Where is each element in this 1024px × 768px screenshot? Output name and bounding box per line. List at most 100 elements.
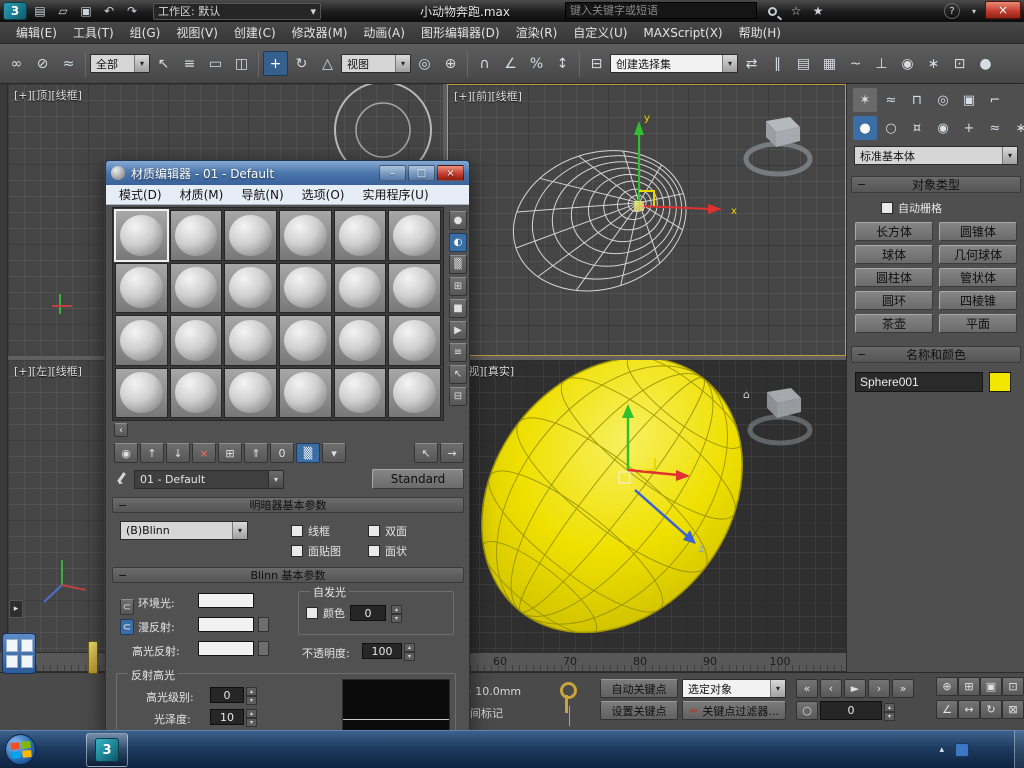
material-slot[interactable] [334, 263, 387, 314]
menu-modifiers[interactable]: 修改器(M) [284, 22, 356, 44]
background-icon[interactable]: ▒ [449, 255, 467, 274]
set-key-button[interactable]: 设置关键点 [600, 701, 678, 720]
material-slot[interactable] [170, 210, 223, 261]
object-name-input[interactable] [855, 372, 983, 392]
viewport-perspective[interactable]: [透视][真实] [447, 360, 846, 652]
primitive-torus-button[interactable]: 圆环 [855, 291, 933, 310]
viewport-top-label[interactable]: [+][顶][线框] [14, 87, 82, 103]
category-cameras-icon[interactable]: ◉ [931, 116, 955, 140]
specular-level-spinner[interactable]: ▴ ▾ [246, 687, 257, 703]
frame-spinner[interactable]: ▴ ▾ [884, 703, 895, 719]
material-slot[interactable] [224, 315, 277, 366]
lock-ambient-diffuse-icon[interactable]: ⊂ [120, 599, 134, 615]
spinner-down-icon[interactable]: ▾ [404, 652, 415, 661]
redo-icon[interactable]: ↷ [122, 2, 142, 20]
category-spacewarps-icon[interactable]: ≈ [983, 116, 1007, 140]
key-mode-toggle[interactable]: ○ [796, 701, 818, 720]
self-illum-spinner[interactable]: ▴ ▾ [391, 605, 402, 621]
menu-options[interactable]: 选项(O) [293, 186, 354, 203]
pick-material-dropper-icon[interactable] [114, 470, 128, 488]
material-name-dropdown[interactable]: 01 - Default ▾ [134, 470, 284, 489]
viewport-front[interactable]: [+][前][线框] [447, 84, 846, 356]
percent-snap-icon[interactable]: % [524, 51, 549, 76]
viewport-front-label[interactable]: [+][前][线框] [454, 88, 522, 104]
taskbar-3dsmax-button[interactable]: 3 [86, 733, 128, 767]
unlink-selection-icon[interactable]: ⊘ [30, 51, 55, 76]
name-color-rollout[interactable]: − 名称和颜色 [851, 346, 1021, 363]
shader-type-dropdown[interactable]: (B)Blinn ▾ [120, 521, 248, 540]
primitive-sphere-button[interactable]: 球体 [855, 245, 933, 264]
egg-object[interactable] [447, 360, 796, 652]
material-editor-icon[interactable]: ◉ [895, 51, 920, 76]
tab-create[interactable]: ✶ [853, 88, 877, 112]
select-and-rotate-icon[interactable]: ↻ [289, 51, 314, 76]
save-file-icon[interactable]: ▣ [76, 2, 96, 20]
help-icon[interactable]: ? [944, 3, 960, 19]
go-to-end-button[interactable]: » [892, 679, 914, 698]
edit-named-sets-icon[interactable]: ⊟ [584, 51, 609, 76]
play-button[interactable]: ► [844, 679, 866, 698]
next-frame-button[interactable]: › [868, 679, 890, 698]
material-slot[interactable] [388, 210, 441, 261]
close-window-button[interactable]: × [985, 1, 1021, 19]
selection-filter-dropdown[interactable]: 全部 ▾ [90, 54, 150, 73]
spinner-up-icon[interactable]: ▴ [246, 687, 257, 696]
object-color-swatch[interactable] [989, 372, 1011, 392]
help-caret-icon[interactable]: ▾ [964, 2, 984, 20]
viewport-left-label[interactable]: [+][左][线框] [14, 363, 82, 379]
go-to-start-button[interactable]: « [796, 679, 818, 698]
material-slot[interactable] [388, 315, 441, 366]
app-logo-icon[interactable]: 3 [3, 2, 27, 20]
select-and-manipulate-icon[interactable]: ⊕ [438, 51, 463, 76]
opacity-spinner[interactable]: ▴ ▾ [404, 643, 415, 659]
get-material-icon[interactable]: ◉ [114, 443, 138, 463]
coordinate-system-dropdown[interactable]: 视图 ▾ [341, 54, 411, 73]
face-map-checkbox[interactable] [291, 545, 303, 557]
select-by-name-icon[interactable]: ≡ [177, 51, 202, 76]
blinn-basic-params-rollout[interactable]: − Blinn 基本参数 [112, 567, 464, 583]
autogrid-checkbox[interactable] [881, 202, 893, 214]
restore-button[interactable]: □ [408, 165, 435, 181]
viewcube[interactable] [746, 117, 810, 174]
material-slot[interactable] [388, 263, 441, 314]
search-icon[interactable] [762, 2, 782, 20]
tray-network-icon[interactable] [955, 743, 969, 757]
spinner-down-icon[interactable]: ▾ [246, 696, 257, 705]
primitive-plane-button[interactable]: 平面 [939, 314, 1017, 333]
schematic-view-icon[interactable]: ⊥ [869, 51, 894, 76]
previous-frame-button[interactable]: ‹ [820, 679, 842, 698]
close-button[interactable]: × [437, 165, 464, 181]
selection-filter-dropdown[interactable]: 选定对象 ▾ [682, 679, 786, 698]
diffuse-color-swatch[interactable] [198, 617, 254, 632]
menu-views[interactable]: 视图(V) [168, 22, 226, 44]
orbit-icon[interactable]: ↻ [980, 700, 1002, 719]
tab-hierarchy[interactable]: ⊓ [905, 88, 929, 112]
menu-graph-editors[interactable]: 图形编辑器(D) [413, 22, 508, 44]
primitive-teapot-button[interactable]: 茶壶 [855, 314, 933, 333]
material-slot[interactable] [170, 368, 223, 419]
primitive-geosphere-button[interactable]: 几何球体 [939, 245, 1017, 264]
rendered-frame-window-icon[interactable]: ⊡ [947, 51, 972, 76]
align-icon[interactable]: ∥ [765, 51, 790, 76]
material-slot[interactable] [115, 315, 168, 366]
current-frame-field[interactable]: 0 [820, 701, 882, 720]
category-shapes-icon[interactable]: ○ [879, 116, 903, 140]
shader-basic-params-rollout[interactable]: − 明暗器基本参数 [112, 497, 464, 513]
window-crossing-icon[interactable]: ◫ [229, 51, 254, 76]
make-preview-icon[interactable]: ▶ [449, 321, 467, 340]
put-to-library-icon[interactable]: ⇑ [244, 443, 268, 463]
put-to-scene-icon[interactable]: ↑ [140, 443, 164, 463]
diffuse-map-button[interactable] [258, 617, 269, 632]
opacity-value-field[interactable]: 100 [362, 643, 402, 659]
self-illum-color-checkbox[interactable] [306, 607, 318, 619]
material-slot[interactable] [334, 368, 387, 419]
key-lock-icon[interactable] [556, 679, 576, 717]
spinner-down-icon[interactable]: ▾ [391, 614, 402, 623]
primitive-tube-button[interactable]: 管状体 [939, 268, 1017, 287]
menu-edit[interactable]: 编辑(E) [8, 22, 65, 44]
lock-diffuse-specular-icon[interactable]: ⊂ [120, 619, 134, 635]
tray-show-hidden-icon[interactable]: ▴ [939, 745, 944, 755]
menu-navigation[interactable]: 导航(N) [232, 186, 292, 203]
viewcube[interactable] [750, 388, 810, 443]
menu-customize[interactable]: 自定义(U) [565, 22, 635, 44]
